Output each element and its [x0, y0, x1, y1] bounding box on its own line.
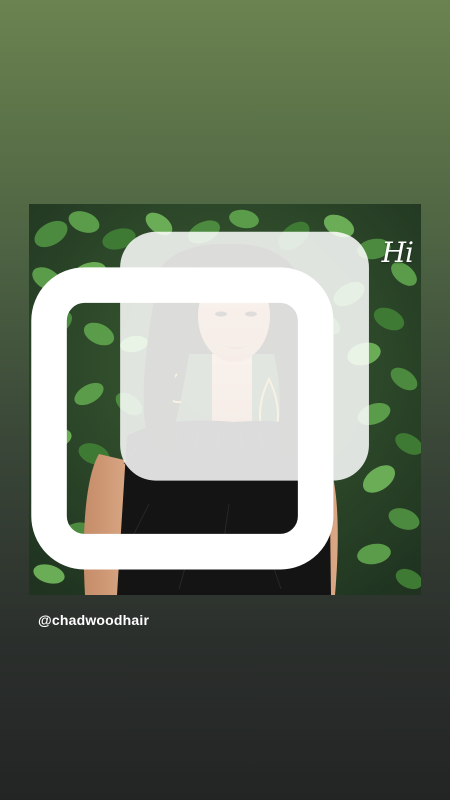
mention-sticker[interactable]: @chadwoodhair	[38, 612, 149, 628]
post-corner-mark: Hi	[381, 236, 414, 269]
post-badge-icon	[31, 231, 369, 570]
shared-post-image[interactable]: Hi	[29, 204, 421, 595]
story-viewer: Hi @chadwoodhair	[0, 0, 450, 800]
